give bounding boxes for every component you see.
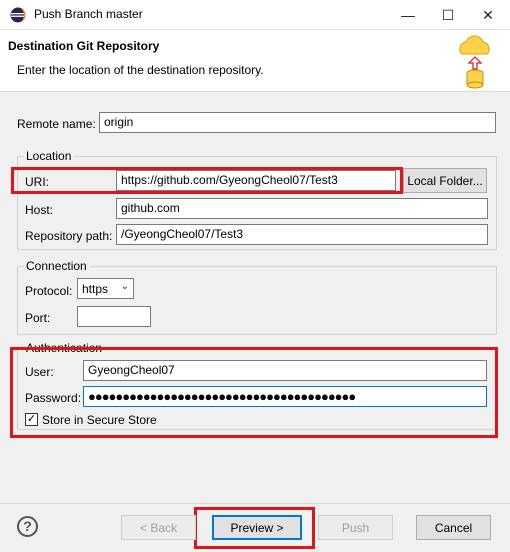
uri-label: URI: [25,175,49,189]
user-label: User: [25,365,54,379]
wizard-banner: Destination Git Repository Enter the loc… [0,30,510,92]
preview-button[interactable]: Preview > [212,515,302,540]
password-input[interactable]: ●●●●●●●●●●●●●●●●●●●●●●●●●●●●●●●●●●●●●●● [83,386,487,407]
user-input[interactable]: GyeongCheol07 [83,360,487,381]
back-button[interactable]: < Back [121,515,196,540]
repository-path-label: Repository path: [25,229,113,243]
protocol-value: https [82,282,109,296]
remote-name-label: Remote name: [17,117,96,131]
store-secure-checkbox[interactable]: ✓ [25,413,38,426]
chevron-down-icon: ⌄ [120,281,129,292]
maximize-button[interactable]: ☐ [428,0,468,30]
checkmark-icon: ✓ [26,413,37,425]
host-input[interactable]: github.com [116,198,488,219]
page-title: Destination Git Repository [8,39,160,53]
page-message: Enter the location of the destination re… [17,63,264,77]
uri-input[interactable]: https://github.com/GyeongCheol07/Test3 [116,170,396,191]
maximize-icon: ☐ [441,6,455,23]
close-button[interactable]: ✕ [468,0,508,30]
close-icon: ✕ [482,6,494,23]
window-title: Push Branch master [34,7,143,21]
authentication-group-label: Authentication [24,341,105,355]
protocol-label: Protocol: [25,284,73,298]
location-group-label: Location [24,149,74,163]
cloud-push-database-icon [459,35,490,89]
protocol-select[interactable]: https ⌄ [77,278,134,299]
push-button[interactable]: Push [318,515,393,540]
connection-group-label: Connection [24,259,89,273]
footer-divider [0,503,510,504]
repository-path-input[interactable]: /GyeongCheol07/Test3 [116,224,488,245]
local-folder-button[interactable]: Local Folder... [403,168,487,193]
title-bar: Push Branch master — ☐ ✕ [0,0,510,30]
minimize-button[interactable]: — [388,0,428,30]
cancel-button[interactable]: Cancel [416,515,491,540]
help-icon[interactable]: ? [17,516,38,537]
minimize-icon: — [401,7,415,23]
store-secure-label: Store in Secure Store [42,413,157,427]
eclipse-icon [10,7,26,23]
port-input[interactable] [77,306,151,327]
port-label: Port: [25,311,51,325]
remote-name-input[interactable]: origin [99,112,496,133]
host-label: Host: [25,203,54,217]
password-label: Password: [25,391,82,405]
